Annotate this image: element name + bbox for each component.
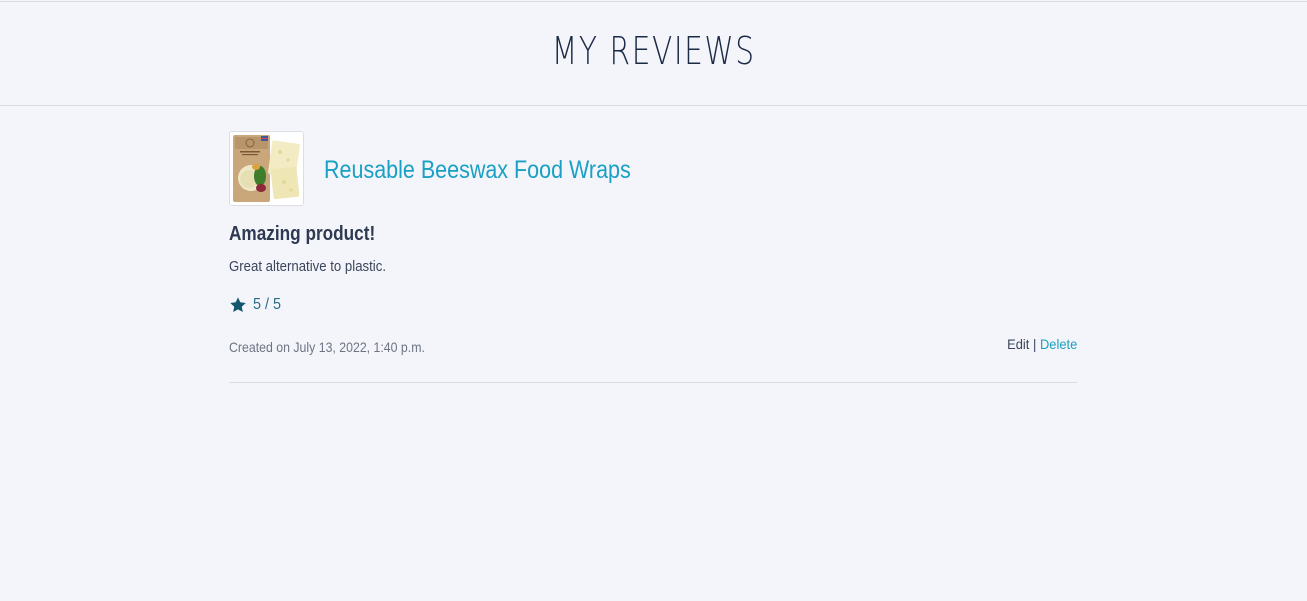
review-body: Great alternative to plastic.	[229, 258, 387, 275]
product-thumbnail[interactable]	[229, 131, 304, 206]
product-link[interactable]: Reusable Beeswax Food Wraps	[324, 156, 631, 185]
star-icon	[230, 297, 246, 313]
review-title: Amazing product!	[229, 223, 376, 245]
product-row: Reusable Beeswax Food Wraps	[229, 131, 681, 206]
beeswax-wrap-image	[230, 132, 303, 205]
delete-review-link[interactable]: Delete	[1040, 336, 1077, 352]
page-title: MY REVIEWS	[551, 28, 756, 73]
edit-review-link[interactable]: Edit	[1007, 336, 1029, 352]
created-timestamp: Created on July 13, 2022, 1:40 p.m.	[229, 339, 425, 355]
rating-value: 5 / 5	[253, 296, 282, 313]
review-rating: 5 / 5	[229, 296, 284, 314]
page-header: MY REVIEWS	[0, 2, 1307, 106]
review-item: Reusable Beeswax Food Wraps Amazing prod…	[229, 131, 1077, 383]
review-actions: Edit | Delete	[1007, 336, 1077, 352]
action-separator: |	[1032, 336, 1037, 352]
